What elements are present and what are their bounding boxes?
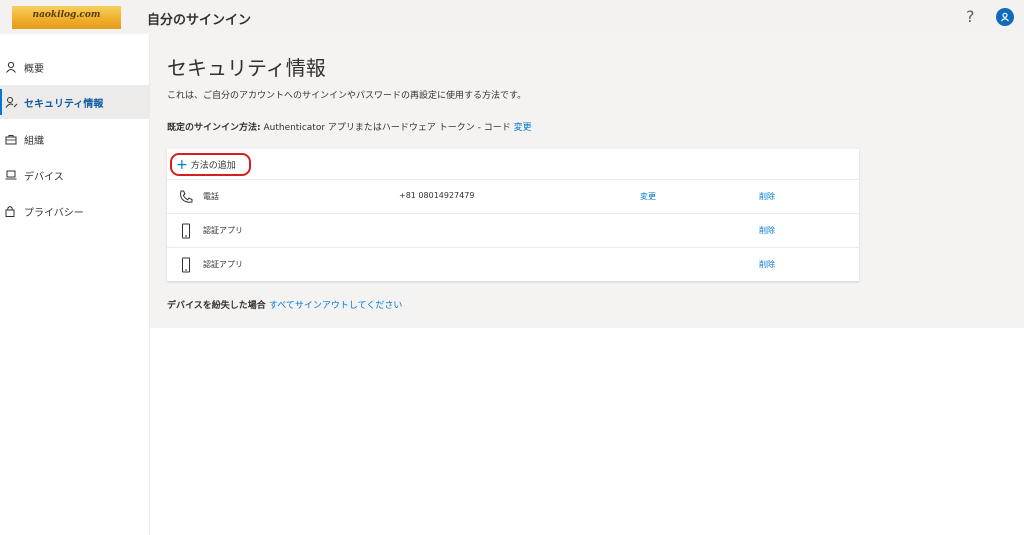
method-delete-link[interactable]: 削除 — [759, 225, 775, 236]
sidebar-item-label: 組織 — [24, 135, 44, 147]
page-description: これは、ご自分のアカウントへのサインインやパスワードの再設定に使用する方法です。 — [167, 91, 527, 101]
page-title: セキュリティ情報 — [167, 56, 326, 80]
sidebar-item-label: セキュリティ情報 — [24, 98, 104, 110]
sidebar-item-privacy[interactable]: プライバシー — [0, 194, 149, 228]
phone-icon — [178, 189, 194, 205]
lost-device-label: デバイスを紛失した場合 — [167, 301, 269, 311]
avatar[interactable] — [996, 8, 1014, 26]
sidebar-item-organization[interactable]: 組織 — [0, 122, 149, 156]
sidebar-item-label: デバイス — [24, 171, 64, 183]
security-info-icon — [5, 95, 19, 109]
person-icon — [5, 60, 19, 74]
sidebar-item-devices[interactable]: デバイス — [0, 158, 149, 192]
method-row-authenticator: 認証アプリ 削除 — [167, 213, 859, 248]
add-method-label: 方法の追加 — [190, 161, 236, 171]
sign-out-everywhere-link[interactable]: すべてサインアウトしてください — [269, 301, 402, 311]
logo[interactable]: naokilog.com — [12, 6, 121, 29]
method-name: 電話 — [203, 192, 219, 201]
logo-text: naokilog.com — [32, 10, 101, 20]
user-avatar-icon — [1001, 12, 1009, 22]
plus-icon: + — [176, 156, 188, 173]
default-signin-label: 既定のサインイン方法: — [167, 123, 261, 133]
method-delete-link[interactable]: 削除 — [759, 259, 775, 270]
sidebar-item-security-info[interactable]: セキュリティ情報 — [0, 85, 149, 119]
lost-device-line: デバイスを紛失した場合 すべてサインアウトしてください — [167, 298, 402, 311]
default-method-change-link[interactable]: 変更 — [514, 123, 532, 133]
method-change-link[interactable]: 変更 — [640, 191, 656, 202]
laptop-icon — [5, 168, 19, 182]
method-row-phone: 電話 +81 08014927479 変更 削除 — [167, 179, 859, 214]
mobile-device-icon — [178, 257, 194, 273]
app-title: 自分のサインイン — [147, 13, 252, 28]
sidebar-item-overview[interactable]: 概要 — [0, 50, 149, 84]
default-signin-method: 既定のサインイン方法: Authenticator アプリまたはハードウェア ト… — [167, 120, 532, 133]
help-icon[interactable]: ? — [966, 7, 975, 26]
add-method-button[interactable]: + 方法の追加 — [170, 153, 251, 176]
mobile-device-icon — [178, 223, 194, 239]
top-header: naokilog.com 自分のサインイン ? — [0, 0, 1024, 34]
default-signin-value: Authenticator アプリまたはハードウェア トークン - コード — [260, 123, 514, 133]
method-name: 認証アプリ — [203, 260, 243, 269]
sidebar: 概要 セキュリティ情報 組織 デバイス プライバシー — [0, 34, 150, 535]
briefcase-icon — [5, 132, 19, 146]
sidebar-item-label: 概要 — [24, 63, 44, 75]
methods-card: + 方法の追加 電話 +81 08014927479 変更 削除 認証アプリ 削… — [167, 149, 859, 281]
lock-icon — [5, 204, 19, 218]
method-value: +81 08014927479 — [399, 191, 475, 200]
sidebar-item-label: プライバシー — [24, 207, 84, 219]
method-name: 認証アプリ — [203, 226, 243, 235]
method-row-authenticator: 認証アプリ 削除 — [167, 247, 859, 282]
method-delete-link[interactable]: 削除 — [759, 191, 775, 202]
active-indicator — [0, 89, 2, 115]
